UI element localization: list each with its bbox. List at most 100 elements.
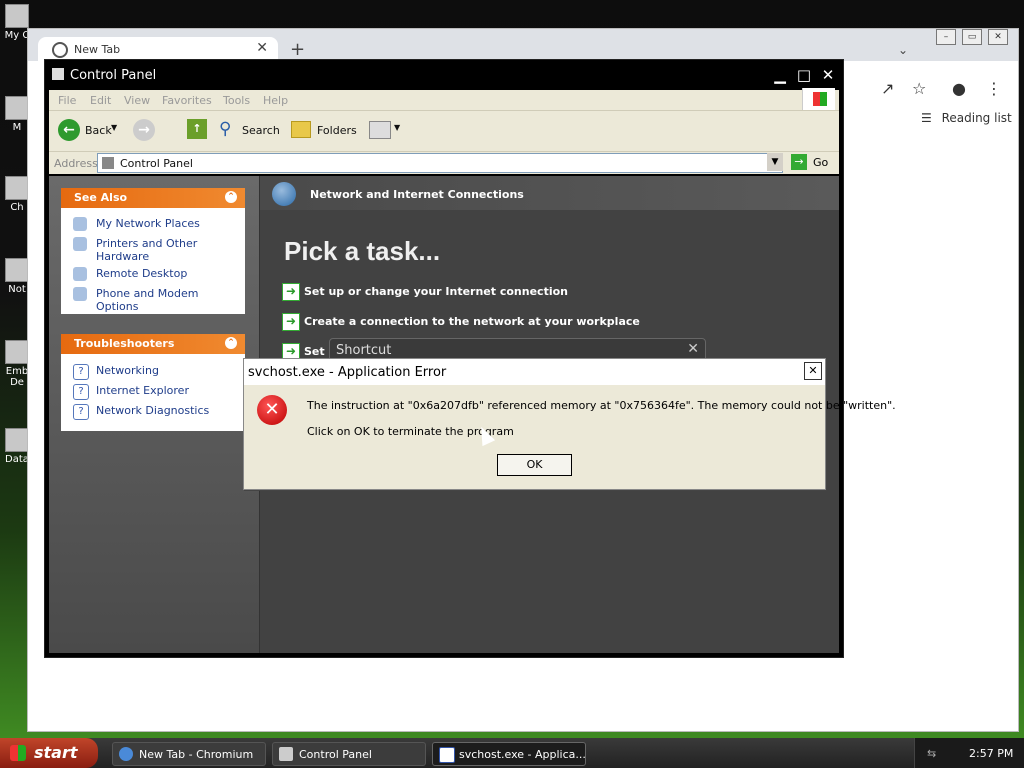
link-internet-explorer[interactable]: ? Internet Explorer [61, 381, 245, 401]
link-network-diagnostics[interactable]: ? Network Diagnostics [61, 401, 245, 421]
chromium-icon [52, 42, 68, 58]
minimize-button[interactable]: ▁ [771, 66, 789, 84]
title-bar[interactable]: Control Panel ▁ □ ✕ [45, 60, 843, 90]
desktop-icon-label: Not [8, 284, 26, 295]
maximize-button[interactable]: ▭ [962, 29, 982, 45]
close-icon[interactable]: ✕ [687, 341, 699, 357]
taskbar: start New Tab - Chromium Control Panel s… [0, 738, 1024, 768]
start-label: start [34, 743, 78, 762]
panel-title: See Also [74, 191, 128, 204]
error-icon: ✕ [257, 395, 287, 425]
shortcut-icon [5, 340, 29, 364]
share-icon[interactable]: ↗ [881, 79, 894, 98]
address-dropdown-icon[interactable]: ▼ [767, 153, 783, 171]
taskbar-item-label: Control Panel [299, 748, 372, 761]
desktop-icon-label: Data [5, 454, 29, 465]
up-folder-icon[interactable]: ↑ [187, 119, 207, 139]
tab-new-tab[interactable]: New Tab ✕ [38, 37, 278, 61]
taskbar-item-svchost[interactable]: svchost.exe - Applica... [432, 742, 586, 766]
reading-list-icon: ☰ [921, 111, 932, 125]
menu-help[interactable]: Help [263, 94, 288, 107]
link-printers-hardware[interactable]: Printers and Other Hardware [61, 234, 245, 264]
go-button[interactable]: → Go [791, 154, 831, 172]
arrow-icon: ➜ [282, 283, 300, 301]
link-label: Internet Explorer [96, 384, 189, 397]
menu-file[interactable]: File [58, 94, 76, 107]
dialog-title-bar[interactable]: svchost.exe - Application Error ✕ [244, 359, 825, 385]
dialog-close-button[interactable]: ✕ [804, 362, 822, 380]
windows-logo-icon [10, 745, 26, 761]
collapse-icon[interactable]: ⌃ [225, 191, 237, 203]
back-dropdown-icon[interactable]: ▼ [111, 123, 117, 132]
chromium-icon [119, 747, 133, 761]
menu-icon[interactable]: ⋮ [986, 79, 1002, 98]
start-button[interactable]: start [0, 738, 98, 768]
address-field[interactable]: Control Panel [97, 153, 783, 173]
search-icon[interactable]: ⚲ [219, 119, 239, 139]
close-button[interactable]: ✕ [819, 66, 837, 84]
shortcut-title: Shortcut [336, 343, 392, 358]
folders-button[interactable]: Folders [317, 124, 357, 137]
link-my-network-places[interactable]: My Network Places [61, 214, 245, 234]
link-label: Networking [96, 364, 159, 377]
desktop-icon-label: M [12, 122, 22, 133]
remote-desktop-icon [73, 267, 87, 281]
views-icon[interactable] [369, 121, 391, 139]
new-tab-button[interactable]: + [290, 39, 305, 60]
troubleshooters-header[interactable]: Troubleshooters ⌃ [61, 334, 245, 354]
desktop-icon-label: My C [4, 30, 30, 41]
star-icon[interactable]: ☆ [912, 79, 926, 98]
back-arrow-icon[interactable]: ← [58, 119, 80, 141]
views-dropdown-icon[interactable]: ▼ [394, 123, 400, 132]
taskbar-item-control-panel[interactable]: Control Panel [272, 742, 426, 766]
panel-title: Troubleshooters [74, 337, 175, 350]
chevron-down-icon[interactable]: ⌄ [898, 43, 908, 57]
reading-list-button[interactable]: ☰ Reading list [921, 111, 1012, 125]
window-controls: – ▭ ✕ [936, 29, 1008, 47]
network-icon[interactable]: ⇆ [927, 747, 953, 760]
shortcut-icon [5, 428, 29, 452]
reading-list-label: Reading list [941, 111, 1012, 125]
globe-icon [272, 182, 296, 206]
control-panel-icon [52, 68, 64, 80]
see-also-panel: See Also ⌃ My Network Places Printers an… [61, 188, 245, 314]
error-message: The instruction at "0x6a207dfb" referenc… [307, 399, 896, 412]
menu-tools[interactable]: Tools [223, 94, 250, 107]
shortcut-icon [5, 258, 29, 282]
menu-view[interactable]: View [124, 94, 150, 107]
taskbar-item-chromium[interactable]: New Tab - Chromium [112, 742, 266, 766]
collapse-icon[interactable]: ⌃ [225, 337, 237, 349]
profile-icon[interactable]: ● [952, 79, 966, 98]
help-icon: ? [73, 404, 89, 420]
close-tab-icon[interactable]: ✕ [256, 40, 268, 56]
desktop-icon-label: Ch [10, 202, 24, 213]
link-remote-desktop[interactable]: Remote Desktop [61, 264, 245, 284]
minimize-button[interactable]: – [936, 29, 956, 45]
address-bar: Address Control Panel ▼ → Go [49, 152, 839, 174]
window-title: Control Panel [70, 68, 157, 83]
phone-icon [73, 287, 87, 301]
back-button[interactable]: Back [85, 124, 112, 137]
ok-button[interactable]: OK [497, 454, 572, 476]
search-button[interactable]: Search [242, 124, 280, 137]
forward-arrow-icon[interactable]: → [133, 119, 155, 141]
error-dialog: svchost.exe - Application Error ✕ ✕ The … [243, 358, 896, 490]
link-networking[interactable]: ? Networking [61, 361, 245, 381]
menu-edit[interactable]: Edit [90, 94, 111, 107]
shortcut-icon [5, 176, 29, 200]
menu-favorites[interactable]: Favorites [162, 94, 212, 107]
maximize-button[interactable]: □ [795, 66, 813, 84]
close-button[interactable]: ✕ [988, 29, 1008, 45]
go-label: Go [813, 156, 829, 169]
category-title: Network and Internet Connections [310, 188, 524, 201]
network-places-icon [73, 217, 87, 231]
arrow-icon: ➜ [282, 313, 300, 331]
link-phone-modem[interactable]: Phone and Modem Options [61, 284, 245, 313]
see-also-header[interactable]: See Also ⌃ [61, 188, 245, 208]
folders-icon[interactable] [291, 121, 311, 138]
system-tray: ⇆ 2:57 PM [914, 738, 1024, 768]
link-label: Remote Desktop [96, 267, 188, 280]
printer-icon [73, 237, 87, 251]
link-label: Network Diagnostics [96, 404, 210, 417]
control-panel-icon [102, 157, 114, 169]
